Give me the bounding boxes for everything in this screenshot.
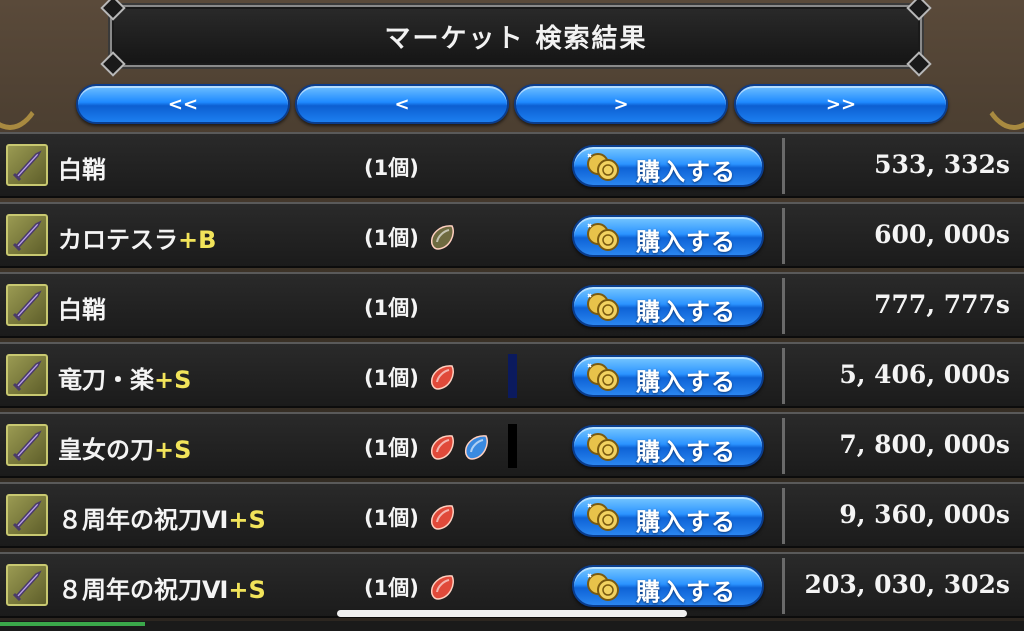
market-result-list: 白鞘 (1個) 購入する 533, 332s カロテスラ+B (1個) 購入する 600, 0… [0, 132, 1024, 622]
market-item-row[interactable]: 白鞘 (1個) 購入する 777, 777s [0, 272, 1024, 338]
buy-button[interactable]: 購入する [572, 145, 764, 187]
item-grade: +S [228, 506, 266, 534]
red-gem-icon [431, 365, 454, 390]
item-grade: +S [154, 366, 192, 394]
red-gem-icon [431, 575, 454, 600]
prev-page-button[interactable]: < [295, 84, 509, 124]
corner-ornament [100, 51, 126, 77]
sword-icon [6, 214, 48, 256]
next-page-button[interactable]: > [514, 84, 728, 124]
slot-marker [508, 424, 517, 468]
market-item-row[interactable]: ８周年の祝刀Ⅵ+S (1個) 購入する 203, 030, 302s [0, 552, 1024, 618]
frame-ornament-right [974, 0, 1024, 130]
buy-button-label: 購入する [636, 298, 736, 326]
item-price: 203, 030, 302s [804, 570, 1010, 599]
item-grade: +B [178, 226, 217, 254]
buy-button-label: 購入する [636, 438, 736, 466]
item-name-text: ８周年の祝刀Ⅵ [58, 576, 229, 604]
price-divider [782, 348, 785, 404]
item-quantity: (1個) [364, 366, 419, 390]
item-name: ８周年の祝刀Ⅵ+S [58, 570, 266, 605]
item-quantity: (1個) [364, 226, 419, 250]
item-price: 7, 800, 000s [839, 430, 1010, 459]
item-price: 777, 777s [874, 290, 1010, 319]
sword-icon [6, 354, 48, 396]
item-price: 9, 360, 000s [839, 500, 1010, 529]
item-name-text: 皇女の刀 [58, 436, 154, 464]
red-gem-icon [431, 435, 454, 460]
market-item-row[interactable]: 皇女の刀+S (1個) 購入する 7, 800, 000s [0, 412, 1024, 478]
item-quantity: (1個) [364, 296, 419, 320]
last-page-button[interactable]: >> [734, 84, 948, 124]
price-divider [782, 558, 785, 614]
item-quantity: (1個) [364, 156, 419, 180]
item-quantity: (1個) [364, 436, 419, 460]
corner-ornament [906, 51, 932, 77]
sword-icon [6, 424, 48, 466]
item-price: 533, 332s [874, 150, 1010, 179]
coin-icon [587, 153, 619, 181]
item-name: カロテスラ+B [58, 220, 216, 255]
price-divider [782, 418, 785, 474]
first-page-button[interactable]: << [76, 84, 290, 124]
sword-icon [6, 284, 48, 326]
coin-icon [587, 573, 619, 601]
item-quantity: (1個) [364, 576, 419, 600]
sword-icon [6, 564, 48, 606]
coin-icon [587, 503, 619, 531]
slot-marker [508, 354, 517, 398]
bottom-strip [0, 621, 1024, 631]
item-name-text: 竜刀・楽 [58, 366, 154, 394]
progress-bar [0, 622, 145, 626]
item-quantity: (1個) [364, 506, 419, 530]
price-divider [782, 488, 785, 544]
sword-icon [6, 494, 48, 536]
market-item-row[interactable]: 白鞘 (1個) 購入する 533, 332s [0, 132, 1024, 198]
item-name: 皇女の刀+S [58, 430, 191, 465]
frame-ornament-left [0, 0, 50, 130]
buy-button-label: 購入する [636, 578, 736, 606]
buy-button[interactable]: 購入する [572, 425, 764, 467]
price-divider [782, 208, 785, 264]
item-name: 白鞘 [58, 150, 106, 185]
buy-button[interactable]: 購入する [572, 285, 764, 327]
red-gem-icon [431, 505, 454, 530]
item-name: ８周年の祝刀Ⅵ+S [58, 500, 266, 535]
item-grade: +S [228, 576, 266, 604]
coin-icon [587, 363, 619, 391]
buy-button-label: 購入する [636, 228, 736, 256]
buy-button-label: 購入する [636, 158, 736, 186]
buy-button-label: 購入する [636, 508, 736, 536]
market-item-row[interactable]: ８周年の祝刀Ⅵ+S (1個) 購入する 9, 360, 000s [0, 482, 1024, 548]
page-title: マーケット 検索結果 [384, 23, 648, 54]
buy-button[interactable]: 購入する [572, 355, 764, 397]
item-name: 竜刀・楽+S [58, 360, 191, 395]
item-price: 5, 406, 000s [839, 360, 1010, 389]
item-name-text: 白鞘 [58, 296, 106, 324]
corner-ornament [100, 0, 126, 21]
item-grade: +S [154, 436, 192, 464]
buy-button[interactable]: 購入する [572, 495, 764, 537]
item-name-text: カロテスラ [58, 226, 178, 254]
sword-icon [6, 144, 48, 186]
olive-gem-icon [431, 225, 454, 250]
coin-icon [587, 223, 619, 251]
price-divider [782, 278, 785, 334]
market-item-row[interactable]: 竜刀・楽+S (1個) 購入する 5, 406, 000s [0, 342, 1024, 408]
item-name-text: 白鞘 [58, 156, 106, 184]
home-indicator[interactable] [337, 610, 687, 617]
corner-ornament [906, 0, 932, 21]
blue-gem-icon [465, 435, 488, 460]
buy-button[interactable]: 購入する [572, 565, 764, 607]
item-name-text: ８周年の祝刀Ⅵ [58, 506, 229, 534]
price-divider [782, 138, 785, 194]
coin-icon [587, 293, 619, 321]
item-price: 600, 000s [874, 220, 1010, 249]
title-bar: マーケット 検索結果 [100, 0, 932, 77]
coin-icon [587, 433, 619, 461]
buy-button-label: 購入する [636, 368, 736, 396]
item-name: 白鞘 [58, 290, 106, 325]
buy-button[interactable]: 購入する [572, 215, 764, 257]
market-item-row[interactable]: カロテスラ+B (1個) 購入する 600, 000s [0, 202, 1024, 268]
